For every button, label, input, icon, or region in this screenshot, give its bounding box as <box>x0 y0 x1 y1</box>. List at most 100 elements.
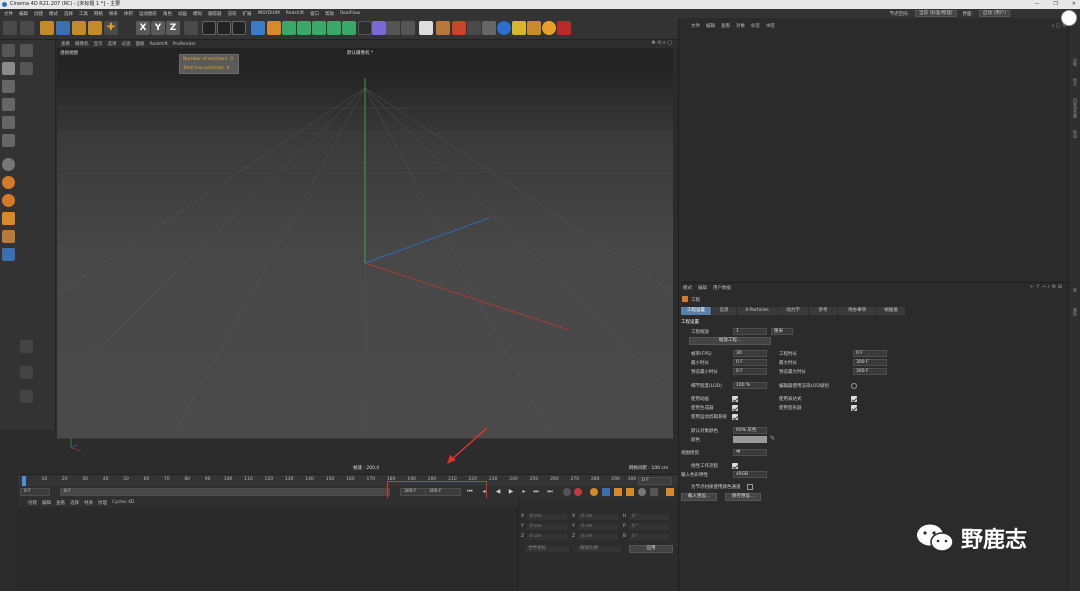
previous-frame-icon[interactable]: ◀ <box>494 488 502 496</box>
object-manager[interactable]: 文件 编辑 查看 对象 标签 书签 ⌕ ◱ ⚲ <box>678 18 1080 282</box>
tab-xparticles[interactable]: X-Particles <box>737 307 777 315</box>
attr-menu-mode[interactable]: 模式 <box>683 285 692 291</box>
floor-icon[interactable] <box>358 21 372 35</box>
redshift-icon[interactable] <box>542 21 556 35</box>
color-swatch[interactable] <box>733 436 767 443</box>
menu-select[interactable]: 选择 <box>64 11 73 17</box>
attribute-nav-icons[interactable]: ← ↑ → ⌕ ⚙ ⊞ <box>1030 284 1062 290</box>
menu-simulate[interactable]: 模拟 <box>193 11 202 17</box>
keyframe-selection-icon[interactable] <box>590 488 598 496</box>
move-tool-icon[interactable] <box>56 21 70 35</box>
om-menu-objects[interactable]: 对象 <box>736 23 745 29</box>
previous-key-icon[interactable]: ◂ <box>480 488 488 496</box>
tag-icon[interactable] <box>372 21 386 35</box>
render-lod-checkbox[interactable] <box>851 383 857 389</box>
y-axis-lock-icon[interactable]: Y <box>151 21 165 35</box>
project-scale-input[interactable]: 1 <box>733 328 767 335</box>
size-x-field[interactable]: 0 cm <box>578 514 618 520</box>
autokey-icon[interactable] <box>574 488 582 496</box>
side-tab-takes[interactable]: 场次 <box>1072 78 1078 86</box>
playhead[interactable] <box>22 476 26 486</box>
fluid-icon[interactable] <box>512 21 526 35</box>
om-menu-view[interactable]: 查看 <box>721 23 730 29</box>
menu-spline[interactable]: 样条 <box>109 11 118 17</box>
tab-project-settings[interactable]: 工程设置 <box>681 307 711 315</box>
rotation-b-field[interactable]: 0 ° <box>629 534 669 540</box>
object-mode-icon[interactable] <box>2 62 15 75</box>
undo-icon[interactable] <box>3 21 17 35</box>
redo-icon[interactable] <box>20 21 34 35</box>
rotation-p-field[interactable]: 0 ° <box>629 524 669 530</box>
current-frame-field[interactable]: 0 F <box>20 488 50 496</box>
menu-tools[interactable]: 工具 <box>79 11 88 17</box>
next-frame-icon[interactable]: ▸ <box>520 488 528 496</box>
position-z-field[interactable]: 0 cm <box>527 534 567 540</box>
position-key-icon[interactable] <box>602 488 610 496</box>
side-tab-layers[interactable]: 层 <box>1072 288 1078 292</box>
render-picture-viewer-icon[interactable] <box>217 21 231 35</box>
viewport-nav-icons[interactable]: ✥ ⟲ ⌕ ▢ <box>651 40 672 46</box>
om-menu-file[interactable]: 文件 <box>691 23 700 29</box>
viewport-menu-display[interactable]: 显示 <box>94 41 103 47</box>
scale-key-icon[interactable] <box>614 488 622 496</box>
cycles-icon[interactable] <box>557 21 571 35</box>
menu-create[interactable]: 创建 <box>34 11 43 17</box>
scale-project-button[interactable]: 缩放工程... <box>689 337 771 345</box>
realflow-icon[interactable] <box>527 21 541 35</box>
menu-insydium[interactable]: INSYDIUM <box>258 11 280 16</box>
coordinate-system-icon[interactable] <box>184 21 198 35</box>
attr-menu-userdata[interactable]: 用户数据 <box>713 285 731 291</box>
timeline-ruler[interactable]: 0 10 20 30 40 50 60 70 80 90 100 110 120… <box>18 474 678 486</box>
preview-min-input[interactable]: 0 F <box>733 368 767 375</box>
close-button[interactable]: ✕ <box>1072 0 1076 9</box>
material-menu-cycles[interactable]: Cycles 4D <box>112 500 134 505</box>
project-time-input[interactable]: 0 F <box>853 350 887 357</box>
next-key-icon[interactable]: ⏭ <box>532 488 540 496</box>
field-icon[interactable] <box>327 21 341 35</box>
side-tab-content-browser[interactable]: 内容浏览器 <box>1072 98 1078 118</box>
menu-character[interactable]: 角色 <box>163 11 172 17</box>
viewport-menu-panel[interactable]: 面板 <box>136 41 145 47</box>
attr-menu-edit[interactable]: 编辑 <box>698 285 707 291</box>
make-editable-icon[interactable] <box>2 44 15 57</box>
om-menu-edit[interactable]: 编辑 <box>706 23 715 29</box>
side-tab-structure[interactable]: 构造 <box>1072 130 1078 138</box>
apply-button[interactable]: 应用 <box>629 545 673 553</box>
workplane-icon[interactable] <box>2 230 15 243</box>
viewport-menu-cameras[interactable]: 摄像机 <box>75 41 89 47</box>
preview-icon[interactable] <box>419 21 433 35</box>
position-x-field[interactable]: 0 cm <box>527 514 567 520</box>
camera-icon[interactable] <box>386 21 400 35</box>
parameter-key-icon[interactable] <box>638 488 646 496</box>
maximize-button[interactable]: ❐ <box>1053 0 1057 9</box>
deformer-icon[interactable] <box>342 21 356 35</box>
menu-mesh[interactable]: 网格 <box>94 11 103 17</box>
use-expression-checkbox[interactable] <box>851 396 857 402</box>
interface-dropdown[interactable]: 启动 (用户) <box>979 10 1010 17</box>
render-view-icon[interactable] <box>202 21 216 35</box>
uv-mode-icon[interactable] <box>2 134 15 147</box>
project-scale-unit-dropdown[interactable]: 厘米 <box>771 328 793 335</box>
material-menu-view[interactable]: 查看 <box>56 500 65 506</box>
play-icon[interactable]: ▶ <box>507 488 515 496</box>
menu-realflow[interactable]: RealFlow <box>340 11 360 16</box>
cube-icon[interactable] <box>251 21 265 35</box>
z-axis-lock-icon[interactable]: Z <box>166 21 180 35</box>
menu-tracker[interactable]: 跟踪器 <box>208 11 222 17</box>
size-mode-dropdown[interactable]: 缩放比例 <box>577 546 621 552</box>
menu-window[interactable]: 窗口 <box>310 11 319 17</box>
material-menu-select[interactable]: 选择 <box>70 500 79 506</box>
side-tab-objects[interactable]: 对象 <box>1072 58 1078 66</box>
live-selection-icon[interactable] <box>40 21 54 35</box>
dots-icon[interactable] <box>20 366 33 379</box>
points-mode-icon[interactable] <box>2 80 15 93</box>
menu-volume[interactable]: 体积 <box>124 11 133 17</box>
pla-key-icon[interactable] <box>650 488 658 496</box>
loop-icon[interactable] <box>20 390 33 403</box>
size-z-field[interactable]: 0 cm <box>578 534 618 540</box>
preview-max-input[interactable]: 300 F <box>853 368 887 375</box>
use-generators-checkbox[interactable] <box>732 405 738 411</box>
coordinate-mode-dropdown[interactable]: 世界坐标 <box>525 546 569 552</box>
go-to-start-icon[interactable]: ⏮ <box>466 488 474 496</box>
material-menu-material[interactable]: 材质 <box>84 500 93 506</box>
